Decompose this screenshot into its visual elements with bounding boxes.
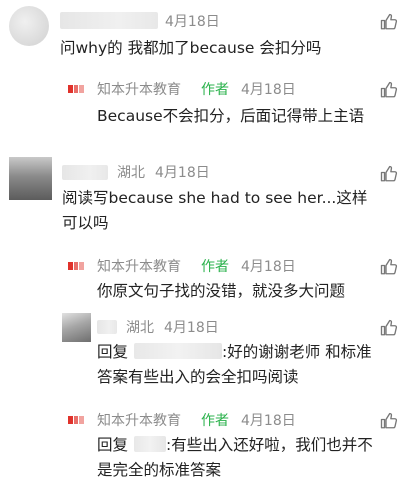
- like-icon[interactable]: [380, 412, 398, 430]
- commenter-name[interactable]: [97, 320, 117, 334]
- reply-body-line1: :好的谢谢老师 和标准: [222, 343, 372, 361]
- like-icon[interactable]: [380, 81, 398, 99]
- reply-text-line2: 是完全的标准答案: [97, 461, 222, 479]
- like-icon[interactable]: [380, 319, 398, 337]
- commenter-name[interactable]: [60, 12, 158, 29]
- reply-text: Because不会扣分，后面记得带上主语: [97, 107, 365, 125]
- comment-date: 4月18日: [155, 165, 210, 181]
- reply-prefix: 回复: [97, 343, 129, 361]
- reply-author-name[interactable]: 知本升本教育: [97, 410, 181, 430]
- reply-prefix: 回复: [97, 436, 129, 454]
- reply-author-name[interactable]: 知本升本教育: [97, 79, 181, 99]
- commenter-location: 湖北: [126, 320, 154, 336]
- like-icon[interactable]: [380, 13, 398, 31]
- like-icon[interactable]: [380, 258, 398, 276]
- reply-date: 4月18日: [241, 82, 296, 98]
- comment-text-line1: 阅读写because she had to see her...这样: [62, 189, 368, 207]
- mentioned-user[interactable]: [134, 436, 167, 452]
- brand-logo-icon[interactable]: [68, 83, 84, 95]
- reply-date: 4月18日: [241, 413, 296, 429]
- reply-text-line1: 回复 :好的谢谢老师 和标准: [97, 340, 372, 364]
- author-badge: 作者: [201, 413, 229, 429]
- reply-author-name[interactable]: 知本升本教育: [97, 256, 181, 276]
- reply-text-line1: 回复 :有些出入还好啦，我们也并不: [97, 433, 373, 457]
- author-badge: 作者: [201, 259, 229, 275]
- brand-logo-icon[interactable]: [68, 414, 84, 426]
- reply-date: 4月18日: [241, 259, 296, 275]
- reply-body-line1: :有些出入还好啦，我们也并不: [166, 436, 373, 454]
- commenter-location: 湖北: [117, 165, 145, 181]
- commenter-avatar[interactable]: [62, 313, 91, 342]
- reply-text-line2: 答案有些出入的会全扣吗阅读: [97, 368, 299, 386]
- commenter-name[interactable]: [62, 165, 108, 180]
- brand-logo-icon[interactable]: [68, 260, 84, 272]
- comment-text-line2: 可以吗: [62, 214, 109, 232]
- comment-date: 4月18日: [165, 14, 220, 30]
- mentioned-user[interactable]: [134, 343, 223, 359]
- reply-date: 4月18日: [164, 320, 219, 336]
- reply-text: 你原文句子找的没错，就没多大问题: [97, 282, 346, 300]
- author-badge: 作者: [201, 82, 229, 98]
- like-icon[interactable]: [380, 165, 398, 183]
- commenter-avatar[interactable]: [9, 157, 52, 200]
- comment-text: 问why的 我都加了because 会扣分吗: [60, 39, 322, 57]
- commenter-avatar[interactable]: [9, 6, 49, 46]
